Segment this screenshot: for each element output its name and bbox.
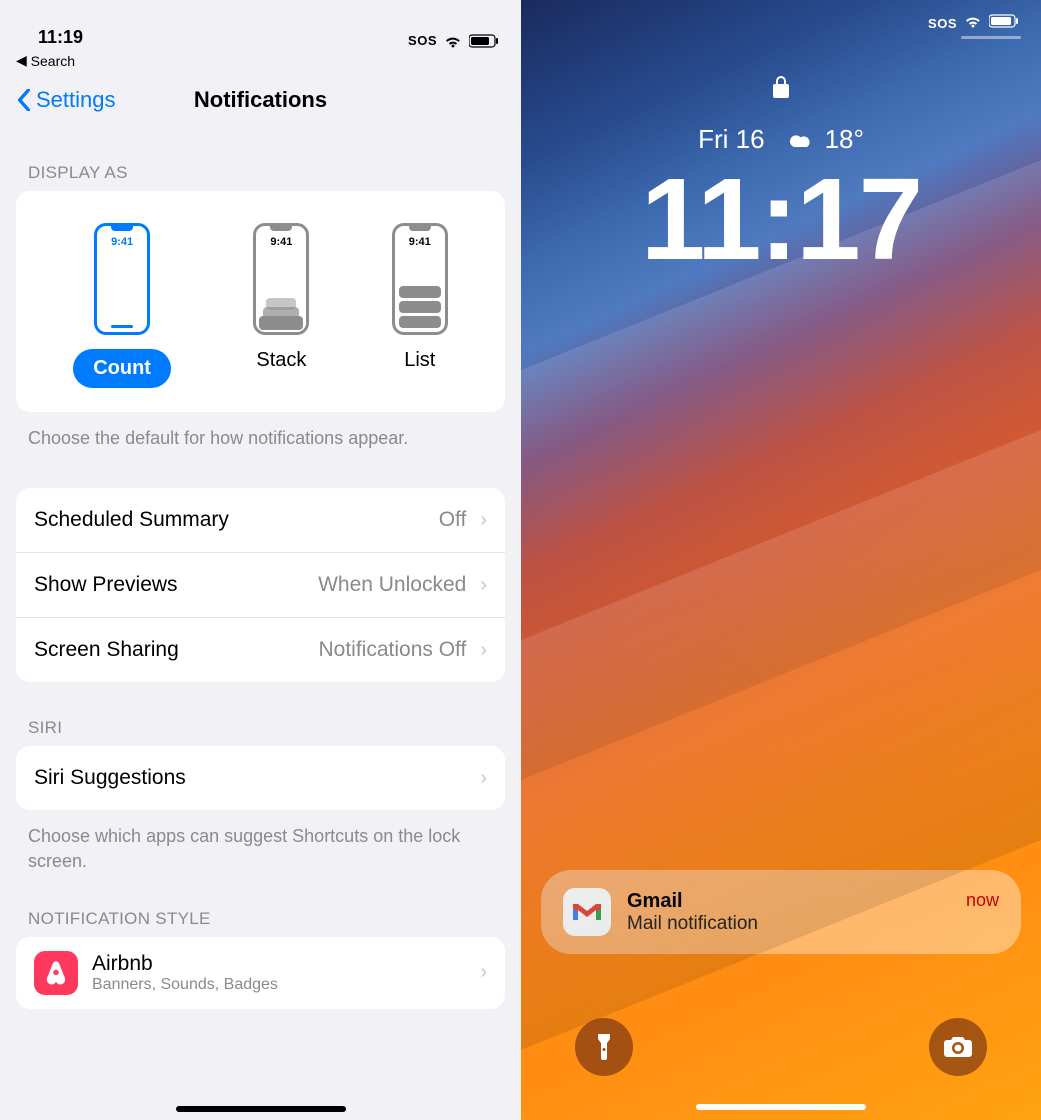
lock-time: 11:17 <box>521 152 1041 286</box>
back-triangle-icon: ◀ <box>16 52 31 69</box>
lock-icon <box>771 74 791 105</box>
notification-time: now <box>966 890 999 911</box>
chevron-right-icon: › <box>480 574 487 597</box>
sos-indicator: SOS <box>408 33 437 48</box>
battery-icon <box>469 34 499 48</box>
section-notification-style: NOTIFICATION STYLE <box>0 873 521 937</box>
lock-date-row: Fri 16 18° <box>521 124 1041 155</box>
settings-rows-card: Scheduled Summary Off › Show Previews Wh… <box>16 488 505 682</box>
row-scheduled-summary[interactable]: Scheduled Summary Off › <box>16 488 505 553</box>
phone-mock-list: 9:41 <box>392 223 448 335</box>
row-value: Off <box>439 508 467 532</box>
row-label: Show Previews <box>34 573 178 597</box>
display-option-list[interactable]: 9:41 List <box>392 223 448 388</box>
siri-card: Siri Suggestions › <box>16 746 505 810</box>
lock-date: Fri 16 <box>698 124 764 155</box>
camera-icon <box>943 1035 973 1059</box>
chevron-right-icon: › <box>480 961 487 984</box>
phone-mock-count: 9:41 <box>94 223 150 335</box>
notification-title: Gmail <box>627 890 950 913</box>
flashlight-button[interactable] <box>575 1018 633 1076</box>
home-indicator[interactable] <box>176 1106 346 1112</box>
page-title: Notifications <box>194 87 327 113</box>
app-name: Airbnb <box>92 952 278 976</box>
app-sub: Banners, Sounds, Badges <box>92 976 278 994</box>
display-option-count[interactable]: 9:41 Count <box>73 223 171 388</box>
chevron-right-icon: › <box>480 639 487 662</box>
notification-body: Mail notification <box>627 913 950 935</box>
row-label: Siri Suggestions <box>34 766 186 790</box>
lock-status-bar: SOS <box>928 14 1019 33</box>
row-screen-sharing[interactable]: Screen Sharing Notifications Off › <box>16 618 505 682</box>
gmail-icon <box>563 888 611 936</box>
option-label-stack: Stack <box>256 349 306 372</box>
phone-mock-stack: 9:41 <box>253 223 309 335</box>
section-siri: SIRI <box>0 682 521 746</box>
row-label: Scheduled Summary <box>34 508 229 532</box>
status-time: 11:19 <box>38 27 83 48</box>
chevron-right-icon: › <box>480 509 487 532</box>
display-as-card: 9:41 Count 9:41 Stack 9:41 List <box>16 191 505 412</box>
option-label-count: Count <box>73 349 171 388</box>
row-show-previews[interactable]: Show Previews When Unlocked › <box>16 553 505 618</box>
style-card: Airbnb Banners, Sounds, Badges › <box>16 937 505 1009</box>
flashlight-icon <box>593 1032 615 1062</box>
status-bar: 11:19 SOS <box>0 0 521 50</box>
status-underline <box>961 36 1021 39</box>
row-label: Screen Sharing <box>34 638 179 662</box>
wifi-icon <box>443 34 463 48</box>
back-button[interactable]: Settings <box>16 87 116 113</box>
sos-indicator: SOS <box>928 16 957 31</box>
display-as-footer: Choose the default for how notifications… <box>0 412 521 450</box>
back-label: Settings <box>36 87 116 113</box>
chevron-right-icon: › <box>480 767 487 790</box>
mock-time: 9:41 <box>395 236 445 248</box>
back-to-search[interactable]: ◀ Search <box>0 50 521 69</box>
settings-screen: 11:19 SOS ◀ Search Settings Notification… <box>0 0 521 1120</box>
row-value: When Unlocked <box>318 573 466 597</box>
siri-footer: Choose which apps can suggest Shortcuts … <box>0 810 521 873</box>
weather-icon: 18° <box>785 124 864 155</box>
option-label-list: List <box>404 349 435 372</box>
battery-icon <box>989 14 1019 33</box>
display-option-stack[interactable]: 9:41 Stack <box>253 223 309 388</box>
chevron-left-icon <box>16 89 32 111</box>
row-siri-suggestions[interactable]: Siri Suggestions › <box>16 746 505 810</box>
row-value: Notifications Off <box>318 638 466 662</box>
mock-time: 9:41 <box>97 236 147 248</box>
camera-button[interactable] <box>929 1018 987 1076</box>
section-display-as: DISPLAY AS <box>0 123 521 191</box>
notification-card-gmail[interactable]: Gmail Mail notification now <box>541 870 1021 954</box>
lock-screen: SOS Fri 16 18° 11:17 <box>521 0 1041 1120</box>
app-row-airbnb[interactable]: Airbnb Banners, Sounds, Badges › <box>16 937 505 1009</box>
wifi-icon <box>963 14 983 33</box>
lock-temp: 18° <box>825 124 864 155</box>
home-indicator[interactable] <box>696 1104 866 1110</box>
back-search-label: Search <box>31 53 75 69</box>
nav-header: Settings Notifications <box>0 69 521 123</box>
airbnb-app-icon <box>34 951 78 995</box>
mock-time: 9:41 <box>256 236 306 248</box>
